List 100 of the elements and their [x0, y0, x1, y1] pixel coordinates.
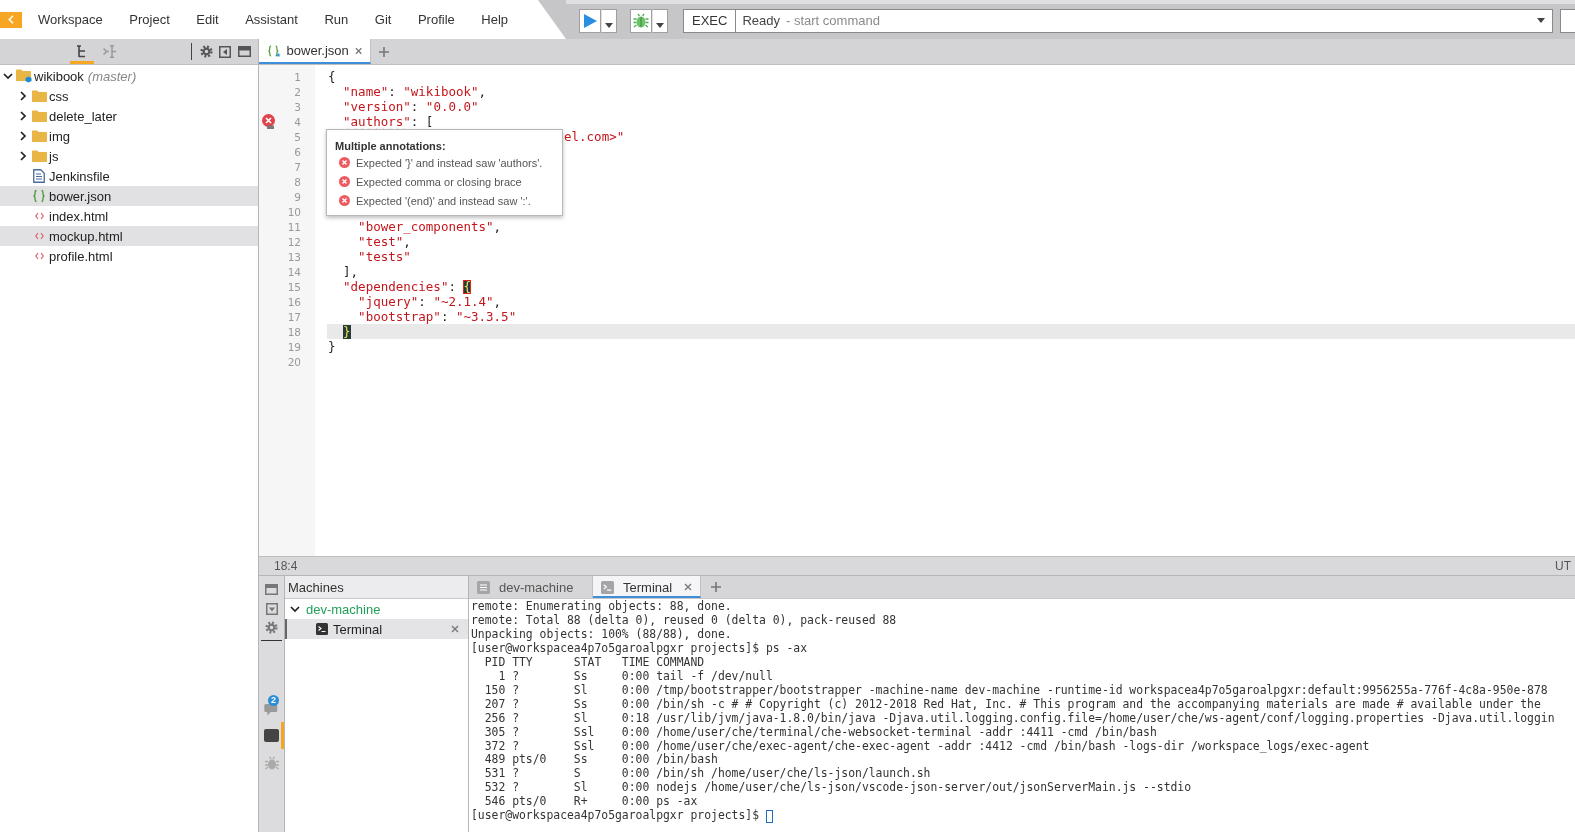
tooltip-title: Multiple annotations:	[335, 139, 447, 153]
code-icon	[34, 232, 44, 240]
code-line: "tests"	[357, 249, 411, 264]
tree-item[interactable]: index.html	[0, 206, 258, 226]
line-number: 15	[286, 280, 302, 293]
cursor-position: 18:4	[274, 559, 298, 573]
line-number: 8	[293, 175, 302, 188]
line-number: 10	[286, 205, 302, 218]
terminal-line: 256 ? Sl 0:18 /usr/lib/jvm/java-1.8.0/bin/java -Djava.util.logging.config.file=/home/user/che/ws-agent/conf/logging.properties -Djava.util.loggin	[483, 711, 1555, 726]
chevron-down-icon[interactable]	[3, 72, 13, 80]
tree-item[interactable]: js	[0, 146, 258, 166]
tree-item[interactable]: wikibook (master)	[0, 66, 258, 86]
tree-item[interactable]: delete_later	[0, 106, 258, 126]
toolbar-field[interactable]	[1560, 8, 1575, 33]
menu-item[interactable]: Edit	[196, 8, 219, 31]
terminal-line: Unpacking objects: 100% (88/88), done.	[471, 627, 732, 642]
chevron-right-icon[interactable]	[19, 151, 27, 161]
process-item[interactable]: Terminal	[285, 619, 468, 639]
chevron-right-icon[interactable]	[19, 91, 27, 101]
annotation-message: Expected '(end)' and instead saw ':'.	[356, 194, 531, 207]
close-icon[interactable]	[684, 583, 693, 591]
terminal-line: [user@workspacea4p7o5garoalpgxr projects]$	[471, 809, 760, 824]
menu-item[interactable]: Git	[374, 8, 392, 31]
tree-item[interactable]: profile.html	[0, 246, 258, 266]
debug-menu-button[interactable]	[652, 8, 668, 33]
line-number: 16	[286, 295, 302, 308]
chevron-down-icon[interactable]	[290, 605, 300, 613]
run-menu-button[interactable]	[601, 8, 617, 33]
code-line: el.com>"	[564, 129, 625, 144]
line-number: 1	[293, 70, 302, 83]
terminal-icon	[316, 623, 328, 635]
panel-header: Machines	[285, 576, 468, 599]
command-label: EXEC	[683, 8, 737, 33]
console-tab[interactable]: Terminal	[593, 576, 702, 598]
code-line: "authors": [	[342, 114, 434, 129]
menu-item[interactable]: Project	[129, 8, 170, 31]
tree-item[interactable]: mockup.html	[0, 226, 258, 246]
play-icon	[583, 13, 597, 28]
gear-icon	[199, 45, 213, 58]
menu-item[interactable]: Run	[324, 8, 349, 31]
terminal-line: 489 pts/0 Ss 0:00 /bin/bash	[483, 753, 718, 767]
project-folder-icon	[16, 69, 32, 83]
structure-icon	[102, 44, 116, 58]
close-icon[interactable]	[451, 625, 459, 633]
machine-item[interactable]: dev-machine	[285, 599, 468, 619]
caret-down-icon	[1537, 18, 1545, 23]
line-number: 7	[293, 160, 302, 173]
error-icon	[339, 157, 350, 168]
code-line: "dependencies": {	[342, 279, 471, 294]
code-line: "name": "wikibook",	[342, 84, 487, 99]
command-selector[interactable]: Ready - start command	[736, 8, 1553, 33]
plus-icon	[711, 582, 722, 592]
close-icon[interactable]	[354, 46, 362, 55]
code-icon	[34, 212, 44, 220]
braces-icon	[32, 189, 46, 203]
editor-tab[interactable]: bower.json	[259, 39, 371, 64]
code-icon	[34, 252, 44, 260]
code-line: ],	[342, 264, 359, 279]
line-number: 4	[293, 115, 302, 128]
terminal-line: 372 ? Ssl 0:00 /home/user/che/exec-agent/che-exec-agent -addr :4412 -cmd /bin/bash -logs-dir /workspace_logs/exec-agent	[483, 739, 1370, 754]
code-line: }	[328, 339, 336, 354]
folder-icon	[31, 90, 47, 102]
terminal-icon	[601, 580, 614, 594]
terminal-line: 546 pts/0 R+ 0:00 ps -ax	[483, 795, 698, 809]
document-icon	[33, 169, 45, 183]
collapse-icon	[219, 45, 231, 58]
code-line: "bower_components",	[357, 219, 502, 234]
terminal-line: 531 ? S 0:00 /bin/sh /home/user/che/ls-json/launch.sh	[483, 767, 931, 781]
chevron-right-icon[interactable]	[19, 111, 27, 121]
terminal-line: 305 ? Ssl 0:00 /home/user/che/terminal/che-websocket-terminal -addr :4411 -cmd /bin/bash	[483, 725, 1157, 740]
bug-icon	[264, 755, 279, 770]
error-icon	[339, 176, 350, 187]
annotation-message: Expected comma or closing brace	[356, 175, 522, 188]
folder-icon	[31, 130, 47, 142]
line-number: 11	[286, 220, 302, 233]
tree-item[interactable]: Jenkinsfile	[0, 166, 258, 186]
menu-item[interactable]: Workspace	[38, 8, 103, 31]
caret-down-icon	[605, 22, 613, 28]
tree-item[interactable]: img	[0, 126, 258, 146]
caret-down-icon	[656, 22, 664, 28]
plus-icon	[379, 46, 389, 57]
tree-item[interactable]: css	[0, 86, 258, 106]
minimize-icon	[265, 602, 278, 615]
chevron-left-icon	[8, 15, 14, 24]
braces-icon	[267, 43, 281, 58]
terminal-line: 207 ? Ss 0:00 /bin/sh -c # # Copyright (c) 2012-2018 Red Hat, Inc. # This program and the accompanying materials are made # available under the	[483, 697, 1541, 712]
line-number: 20	[286, 355, 302, 368]
chevron-right-icon[interactable]	[19, 131, 27, 141]
tree-item[interactable]: bower.json	[0, 186, 258, 206]
line-number: 18	[286, 325, 302, 338]
terminal-line: 1 ? Ss 0:00 tail -f /dev/null	[497, 669, 773, 684]
console-tab[interactable]: dev-machine	[469, 576, 593, 598]
menu-item[interactable]: Help	[481, 8, 508, 31]
encoding-label: UT	[1555, 559, 1571, 573]
menu-item[interactable]: Profile	[417, 8, 455, 31]
annotation-message: Expected '}' and instead saw 'authors'.	[356, 156, 543, 169]
line-number: 3	[293, 100, 302, 113]
line-number: 6	[293, 145, 302, 158]
menu-item[interactable]: Assistant	[245, 8, 298, 31]
list-icon	[477, 580, 490, 594]
